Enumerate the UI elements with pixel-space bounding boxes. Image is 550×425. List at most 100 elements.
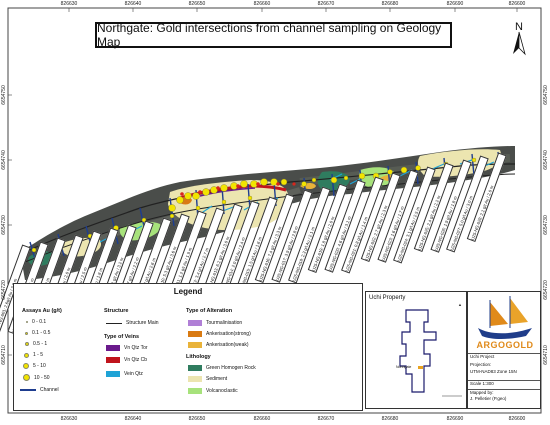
alteration-swatch-icon	[188, 342, 202, 348]
legend-panel: Legend Assays Au (g/t) 0 - 0.1 0.1 - 0.5…	[13, 283, 363, 411]
easting-label: 826600	[508, 416, 526, 422]
easting-label: 826600	[508, 1, 526, 7]
title-block: ARGOGOLD Uchi Project Projection: UTM-NA…	[467, 291, 541, 409]
northing-label: 6654710	[1, 345, 7, 365]
assay-item: 1 - 5	[24, 352, 43, 358]
assay-item: 0 - 0.1	[26, 319, 46, 325]
vein-swatch-icon	[106, 371, 120, 377]
easting-label: 826640	[124, 416, 142, 422]
vein-item: Vn Qtz Cb	[106, 357, 147, 363]
assay-dot-icon	[25, 331, 28, 335]
northing-label: 6654750	[1, 85, 7, 105]
lithology-item: Sediment	[188, 376, 227, 382]
northing-label: 6654720	[543, 280, 549, 300]
assay-label: 0.1 - 0.5	[32, 330, 51, 336]
structure-label: Structure Main	[126, 320, 159, 326]
northing-label: 6654720	[1, 280, 7, 300]
map-title: Northgate: Gold intersections from chann…	[95, 21, 452, 49]
structure-line-icon	[106, 322, 122, 324]
project-name: Uchi Project	[468, 353, 540, 359]
assay-item: 0.5 - 1	[25, 341, 47, 347]
inset-northgate-label: Northgate	[396, 365, 412, 369]
vein-label: Vn Qtz Tor	[124, 345, 148, 351]
lithology-label: Sediment	[206, 376, 228, 382]
alteration-label: Tourmalinisation	[206, 320, 243, 326]
vein-swatch-icon	[106, 357, 120, 363]
argo-ship-logo-icon	[478, 296, 532, 339]
north-letter: N	[515, 21, 523, 33]
assay-item: 0.1 - 0.5	[25, 330, 50, 336]
easting-label: 826660	[253, 1, 271, 7]
assay-label: 0 - 0.1	[32, 319, 47, 325]
lithology-heading: Lithology	[186, 354, 211, 360]
structure-heading: Structure	[104, 308, 129, 314]
easting-label: 826680	[381, 1, 399, 7]
lithology-label: Green Homogen Rock	[206, 365, 256, 371]
channel-label: Channel	[40, 387, 59, 393]
northing-label: 6654740	[1, 150, 7, 170]
vein-swatch-icon	[106, 345, 120, 351]
structure-item: Structure Main	[106, 320, 159, 326]
assay-dot-icon	[25, 342, 29, 346]
easting-label: 826640	[124, 1, 142, 7]
easting-label: 826680	[381, 416, 399, 422]
northgate-marker	[418, 366, 423, 369]
alteration-item: Ankerisation(weak)	[188, 342, 249, 348]
assay-item: 5 - 10	[23, 363, 46, 369]
assay-dot-icon	[26, 321, 28, 323]
alteration-swatch-icon	[188, 320, 202, 326]
easting-label: 826670	[317, 416, 335, 422]
northing-label: 6654750	[543, 85, 549, 105]
lithology-swatch-icon	[188, 376, 202, 382]
easting-label: 826630	[60, 1, 78, 7]
inset-map: Uchi Property ▲ Northgate	[365, 291, 467, 409]
assays-heading: Assays Au (g/t)	[22, 308, 62, 314]
veins-heading: Type of Veins	[104, 334, 140, 340]
vein-item: Vn Qtz Tor	[106, 345, 148, 351]
legend-title: Legend	[173, 287, 203, 296]
vein-label: Vn Qtz Cb	[124, 357, 148, 363]
easting-label: 826660	[253, 416, 271, 422]
vein-label: Vein Qtz	[124, 371, 143, 377]
alteration-label: Ankerisation(strong)	[206, 331, 251, 337]
assay-item: 10 - 50	[23, 374, 50, 381]
assay-dot-icon	[23, 374, 30, 381]
lithology-item: Green Homogen Rock	[188, 365, 256, 371]
northing-label: 6654730	[1, 215, 7, 235]
northing-label: 6654710	[543, 345, 549, 365]
north-arrow-icon: N	[513, 21, 526, 56]
north-arrow: N	[507, 20, 531, 56]
channel-item: Channel	[20, 387, 59, 393]
assay-dot-icon	[23, 363, 29, 369]
alteration-heading: Type of Alteration	[186, 308, 233, 314]
alteration-swatch-icon	[188, 331, 202, 337]
inset-north-icon: ▲	[458, 302, 462, 307]
channel-line-icon	[20, 389, 36, 391]
projection-value: UTM-NAD83 Zone 15N	[470, 369, 517, 374]
assay-label: 5 - 10	[33, 363, 46, 369]
easting-label: 826670	[317, 1, 335, 7]
map-scale: Scale 1:300	[468, 380, 540, 386]
easting-label: 826630	[60, 416, 78, 422]
alteration-item: Ankerisation(strong)	[188, 331, 251, 337]
lithology-swatch-icon	[188, 388, 202, 394]
mapped-by-label: Mapped by:	[468, 389, 540, 395]
alteration-label: Ankerisation(weak)	[206, 342, 249, 348]
projection-label: Projection:	[470, 362, 492, 367]
lithology-swatch-icon	[188, 365, 202, 371]
assay-label: 10 - 50	[34, 374, 50, 381]
property-outline: ▲	[399, 302, 462, 397]
mapped-by-value: J. Pelletier (P.geo)	[470, 396, 507, 401]
northing-label: 6654730	[543, 215, 549, 235]
northing-label: 6654740	[543, 150, 549, 170]
alteration-item: Tourmalinisation	[188, 320, 242, 326]
lithology-item: Volcanoclastic	[188, 388, 238, 394]
easting-label: 826690	[446, 1, 464, 7]
lithology-label: Volcanoclastic	[206, 388, 238, 394]
argogold-logo: ARGOGOLD	[476, 340, 534, 350]
assay-label: 0.5 - 1	[33, 341, 48, 347]
assay-dot-icon	[24, 352, 29, 358]
assay-label: 1 - 5	[33, 352, 44, 358]
vein-item: Vein Qtz	[106, 371, 143, 377]
easting-label: 826650	[188, 1, 206, 7]
